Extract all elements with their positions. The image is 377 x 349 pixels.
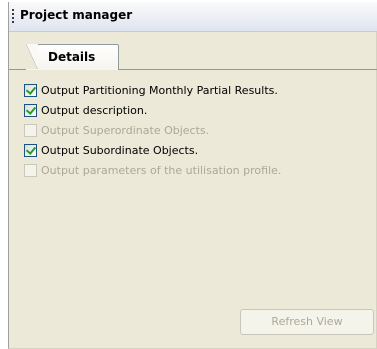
checkbox-utilisation-profile-parameters xyxy=(24,163,37,177)
option-utilisation-profile-parameters: Output parameters of the utilisation pro… xyxy=(24,160,281,180)
panel-title: Project manager xyxy=(20,8,133,22)
tab-details[interactable]: Details xyxy=(26,44,119,70)
option-label: Output Subordinate Objects. xyxy=(41,143,199,157)
options-list: Output Partitioning Monthly Partial Resu… xyxy=(24,80,281,180)
refresh-view-button[interactable]: Refresh View xyxy=(240,309,374,335)
drag-grip-icon[interactable] xyxy=(12,9,14,23)
panel-titlebar: Project manager xyxy=(9,2,377,32)
checkbox-partitioning-monthly-partial-results[interactable] xyxy=(24,83,37,97)
project-manager-panel: Project manager Details Output Partition… xyxy=(8,2,377,349)
option-label: Output Partitioning Monthly Partial Resu… xyxy=(41,83,278,97)
option-superordinate-objects: Output Superordinate Objects. xyxy=(24,120,281,140)
option-subordinate-objects[interactable]: Output Subordinate Objects. xyxy=(24,140,281,160)
option-label: Output Superordinate Objects. xyxy=(41,123,210,137)
option-label: Output description. xyxy=(41,103,148,117)
tab-details-label: Details xyxy=(48,50,96,64)
tab-strip: Details xyxy=(9,32,377,70)
option-label: Output parameters of the utilisation pro… xyxy=(41,163,282,177)
checkbox-superordinate-objects xyxy=(24,123,37,137)
checkbox-description[interactable] xyxy=(24,103,37,117)
option-description[interactable]: Output description. xyxy=(24,100,281,120)
checkbox-subordinate-objects[interactable] xyxy=(24,143,37,157)
option-partitioning-monthly-partial-results[interactable]: Output Partitioning Monthly Partial Resu… xyxy=(24,80,281,100)
